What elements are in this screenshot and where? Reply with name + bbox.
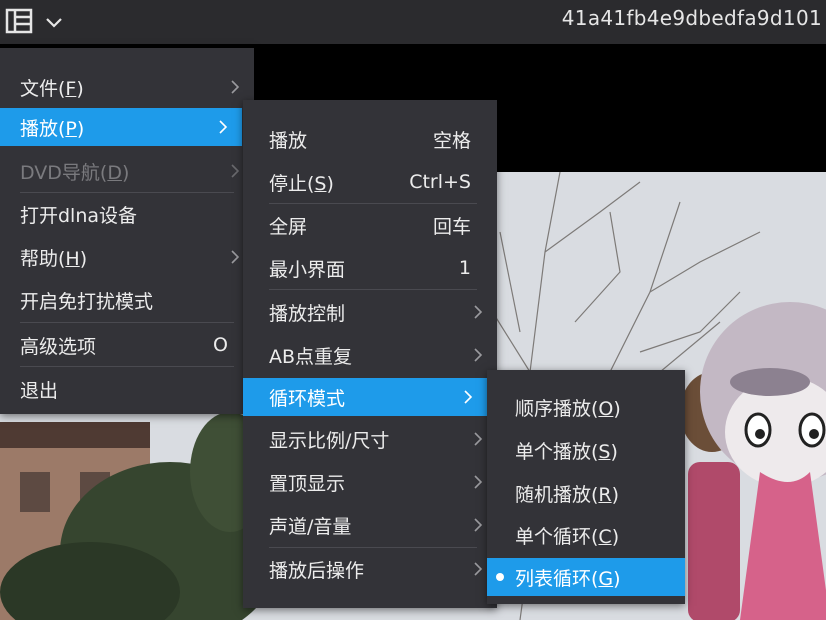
menu-item-random[interactable]: 随机播放(R)	[487, 474, 685, 512]
chevron-right-icon	[474, 432, 483, 446]
radio-checked-icon	[496, 573, 504, 581]
menu-item-aspect-ratio[interactable]: 显示比例/尺寸	[243, 420, 497, 458]
menu-item-file[interactable]: 文件(F)	[0, 68, 254, 106]
menu-item-play[interactable]: 播放(P)	[0, 108, 242, 146]
chevron-right-icon	[219, 120, 228, 134]
chevron-right-icon	[474, 305, 483, 319]
menu-item-after-playback[interactable]: 播放后操作	[243, 550, 497, 588]
menu-item-fullscreen[interactable]: 全屏 回车	[243, 206, 497, 244]
menu-separator	[20, 322, 234, 323]
menu-item-ab-repeat[interactable]: AB点重复	[243, 336, 497, 374]
chevron-right-icon	[474, 518, 483, 532]
menu-item-single-play[interactable]: 单个播放(S)	[487, 431, 685, 469]
menu-item-dvd-nav[interactable]: DVD导航(D)	[0, 152, 254, 190]
menu-item-advanced[interactable]: 高级选项 O	[0, 326, 254, 364]
menu-item-mini-ui[interactable]: 最小界面 1	[243, 249, 497, 287]
title-bar: 41a41fb4e9dbedfa9d101	[0, 0, 826, 44]
menu-item-loop-mode[interactable]: 循环模式	[243, 378, 487, 416]
menu-item-stop[interactable]: 停止(S) Ctrl+S	[243, 163, 497, 201]
chevron-right-icon	[231, 80, 240, 94]
chevron-right-icon	[231, 250, 240, 264]
chevron-right-icon	[231, 164, 240, 178]
menu-item-audio-volume[interactable]: 声道/音量	[243, 506, 497, 544]
chevron-right-icon	[474, 475, 483, 489]
loop-mode-submenu: 顺序播放(O) 单个播放(S) 随机播放(R) 单个循环(C) 列表循环(G)	[487, 370, 685, 604]
menu-item-sequential[interactable]: 顺序播放(O)	[487, 388, 685, 426]
play-submenu: 播放 空格 停止(S) Ctrl+S 全屏 回车 最小界面 1 播放控制 AB点…	[243, 100, 497, 608]
chevron-right-icon	[474, 562, 483, 576]
main-context-menu: 文件(F) 播放(P) DVD导航(D) 打开dlna设备 帮助(H) 开启免打…	[0, 48, 254, 414]
menu-item-exit[interactable]: 退出	[0, 370, 254, 408]
shortcut-label: O	[213, 334, 228, 356]
layout-grid-icon[interactable]	[5, 8, 33, 34]
menu-item-help[interactable]: 帮助(H)	[0, 238, 254, 276]
menu-separator	[269, 547, 477, 548]
chevron-right-icon	[474, 348, 483, 362]
menu-item-play-pause[interactable]: 播放 空格	[243, 120, 497, 158]
menu-separator	[269, 289, 477, 290]
menu-item-dnd-mode[interactable]: 开启免打扰模式	[0, 281, 254, 319]
menu-item-dlna[interactable]: 打开dlna设备	[0, 195, 254, 233]
window-title: 41a41fb4e9dbedfa9d101	[561, 6, 822, 30]
menu-separator	[269, 203, 477, 204]
chevron-down-icon[interactable]	[44, 12, 64, 32]
menu-item-always-on-top[interactable]: 置顶显示	[243, 463, 497, 501]
menu-item-playback-control[interactable]: 播放控制	[243, 293, 497, 331]
menu-separator	[20, 192, 234, 193]
menu-item-list-loop[interactable]: 列表循环(G)	[487, 558, 685, 596]
menu-item-single-loop[interactable]: 单个循环(C)	[487, 516, 685, 554]
menu-separator	[20, 366, 234, 367]
chevron-right-icon	[464, 390, 473, 404]
